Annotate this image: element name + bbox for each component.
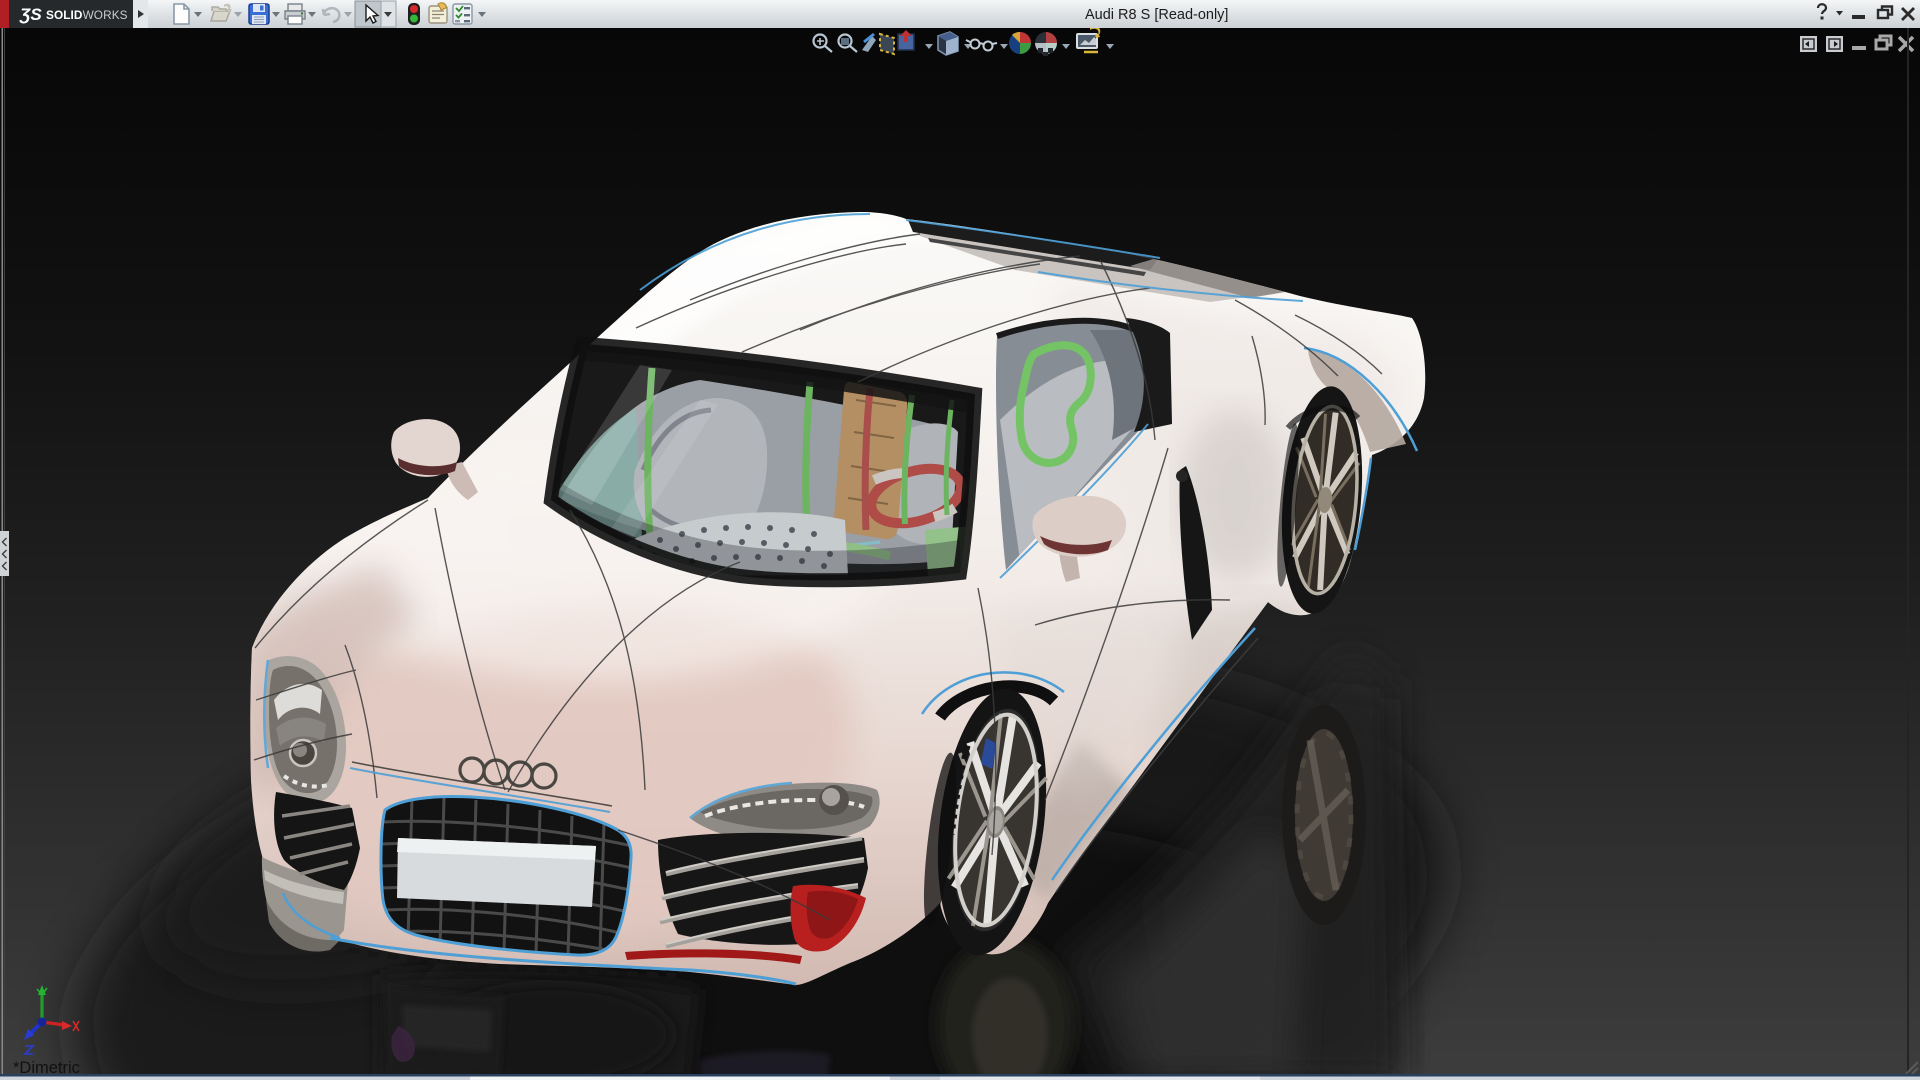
- svg-text:Audi R8 S [Read-only]: Audi R8 S [Read-only]: [1085, 7, 1228, 23]
- svg-text:ƷS: ƷS: [19, 5, 42, 24]
- svg-text:SOLIDWORKS: SOLIDWORKS: [46, 8, 128, 22]
